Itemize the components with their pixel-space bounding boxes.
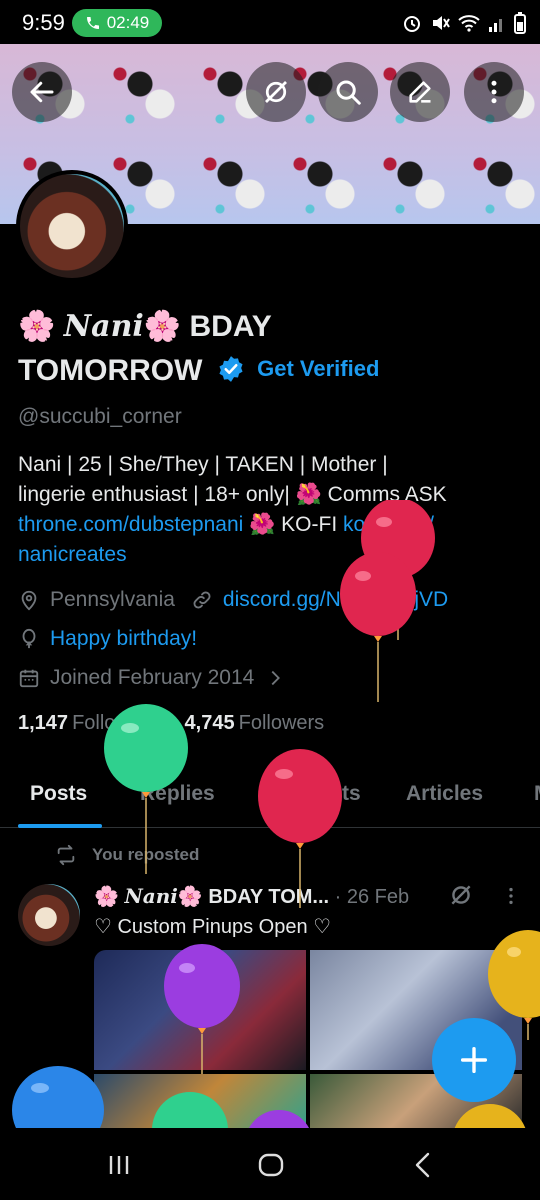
battery-icon <box>514 12 526 34</box>
bio: Nani | 25 | She/They | TAKEN | Mother | … <box>18 450 528 570</box>
status-bar: 9:59 02:49 <box>0 0 540 44</box>
birthday-text[interactable]: Happy birthday! <box>50 627 197 651</box>
calendar-icon <box>19 669 39 688</box>
followers-count: 4,745 <box>184 712 235 734</box>
profile-avatar[interactable] <box>16 170 128 282</box>
bio-line-2: lingerie enthusiast | 18+ only| 🌺 Comms … <box>18 483 447 506</box>
birthday-balloon <box>164 944 240 1074</box>
followers-label: Followers <box>238 712 325 734</box>
name-styled: Nani <box>63 309 144 344</box>
birthday-balloon <box>454 1104 526 1128</box>
bio-line-3: throne.com/dubstepnani 🌺 KO-FI ko-fi.com… <box>18 510 528 540</box>
edit-button[interactable] <box>390 62 450 122</box>
tab-articles[interactable]: Articles <box>406 782 483 806</box>
nav-back-icon[interactable] <box>408 1150 438 1180</box>
birthday-balloon <box>258 749 342 908</box>
tab-media[interactable]: M <box>534 782 540 806</box>
name-line1-rest: BDAY <box>189 310 272 343</box>
location: Pennsylvania <box>50 588 175 611</box>
mute-icon <box>433 16 450 30</box>
birthday-balloon <box>488 930 540 1040</box>
bio-line-1: Nani | 25 | She/They | TAKEN | Mother | <box>18 453 388 476</box>
name-emoji-2: 🌸 <box>143 310 182 343</box>
edit-icon <box>409 81 431 103</box>
display-name: 🌸 Nani🌸 BDAY TOMORROW Get Verified <box>18 306 518 396</box>
search-icon <box>336 80 361 105</box>
post-more-icon[interactable] <box>500 884 522 908</box>
bio-kofi-label: 🌺 KO-FI <box>249 513 338 536</box>
call-timer: 02:49 <box>106 13 150 32</box>
phone-icon <box>86 17 99 29</box>
post-text: ♡ Custom Pinups Open ♡ <box>94 916 332 938</box>
more-button[interactable] <box>464 62 524 122</box>
alarm-icon <box>404 16 420 32</box>
more-icon <box>491 80 497 104</box>
active-tab-indicator <box>18 824 102 828</box>
plus-icon <box>460 1046 488 1074</box>
ongoing-call-pill[interactable]: 02:49 <box>72 9 162 37</box>
joined-date: Joined February 2014 <box>50 666 255 689</box>
post-name-styled: Nani <box>124 884 178 908</box>
back-arrow-icon <box>30 81 54 103</box>
chevron-right-icon <box>271 670 281 686</box>
recent-apps-icon[interactable] <box>104 1150 134 1180</box>
grok-button[interactable] <box>246 62 306 122</box>
grok-icon <box>265 81 287 103</box>
post-name-prefix: 🌸 <box>94 886 119 908</box>
signal-icon <box>489 19 502 32</box>
birthday-balloon <box>249 1110 309 1128</box>
name-line2: TOMORROW <box>18 353 203 387</box>
tab-posts[interactable]: Posts <box>30 782 87 806</box>
name-emoji: 🌸 <box>18 310 56 343</box>
post-avatar[interactable] <box>18 884 80 946</box>
location-icon <box>21 590 37 611</box>
post-grok-icon[interactable] <box>448 882 474 908</box>
search-button[interactable] <box>318 62 378 122</box>
followers-link[interactable]: 4,745 Followers <box>185 712 325 735</box>
wifi-icon <box>458 15 480 32</box>
birthday-balloon <box>340 552 416 702</box>
get-verified-link[interactable]: Get Verified <box>257 348 379 390</box>
handle: @succubi_corner <box>18 405 182 428</box>
following-count: 1,147 <box>18 712 69 734</box>
back-button[interactable] <box>12 62 72 122</box>
birthday-balloon <box>12 1066 104 1128</box>
birthday-balloon <box>104 704 188 874</box>
bio-link-throne[interactable]: throne.com/dubstepnani <box>18 513 243 536</box>
birthday-balloon <box>152 1092 228 1128</box>
verified-icon <box>219 356 243 382</box>
repost-icon <box>57 844 75 866</box>
status-time: 9:59 <box>22 10 65 35</box>
birthday-row: Happy birthday! <box>18 627 197 651</box>
home-icon[interactable] <box>256 1150 286 1180</box>
bio-link-kofi-cont[interactable]: nanicreates <box>18 540 528 570</box>
balloon-icon <box>22 628 36 649</box>
android-nav-bar <box>0 1128 540 1200</box>
joined-row[interactable]: Joined February 2014 <box>18 666 296 690</box>
link-icon <box>193 591 211 609</box>
status-icons <box>402 12 526 34</box>
